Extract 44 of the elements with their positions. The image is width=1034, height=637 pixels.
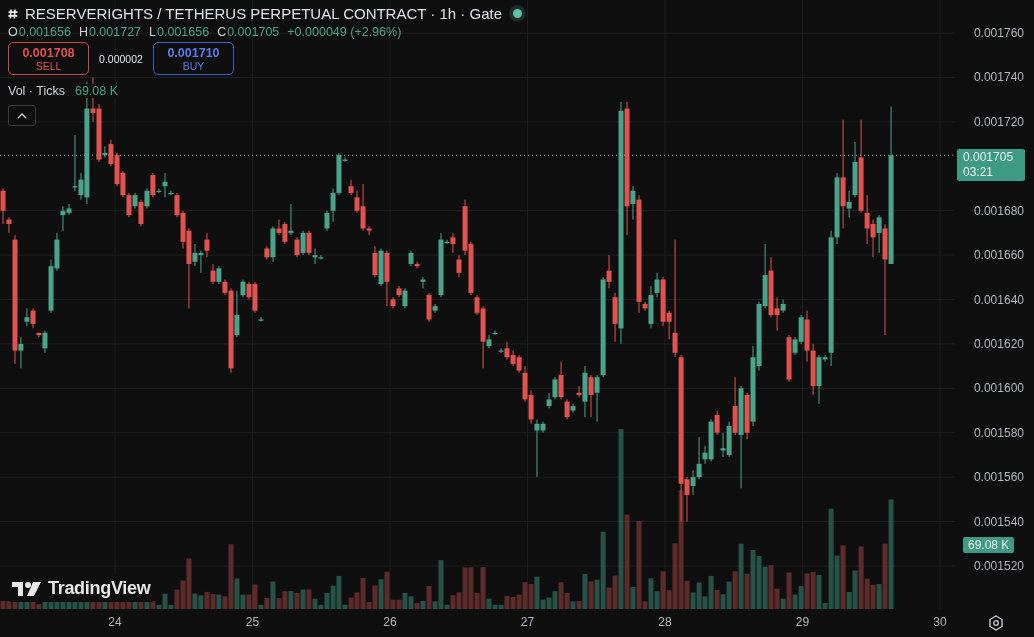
buy-button[interactable]: 0.001710 BUY — [153, 42, 234, 75]
chevron-up-icon — [17, 112, 27, 119]
ohlc-value: 0.001727 — [88, 25, 142, 39]
hash-icon — [8, 8, 18, 19]
volume-badge: 69.08 K — [963, 537, 1015, 553]
ohlc-label: H — [78, 25, 88, 39]
last-price-badge: 0.001705 03:21 — [957, 149, 1025, 182]
brand-name: TradingView — [48, 578, 151, 599]
time-tick: 25 — [244, 615, 261, 629]
price-tick: 0.001520 — [973, 557, 1024, 574]
time-tick: 30 — [932, 615, 948, 629]
spread-value: 0.000002 — [98, 52, 144, 65]
time-tick: 28 — [657, 615, 673, 629]
price-tick: 0.001620 — [973, 335, 1024, 352]
ohlc-label: O — [8, 25, 18, 39]
sell-button[interactable]: 0.001708 SELL — [8, 42, 89, 75]
price-tick: 0.001660 — [973, 247, 1024, 264]
price-tick: 0.001540 — [973, 513, 1024, 530]
logo-icon — [12, 580, 42, 597]
price-tick: 0.001580 — [973, 424, 1024, 441]
price-tick: 0.001560 — [973, 469, 1024, 486]
candlestick — [420, 276, 426, 289]
price-tick: 0.001640 — [973, 291, 1024, 308]
price-change: +0.000049 (+2.96%) — [287, 25, 402, 39]
ohlc-label: C — [217, 25, 227, 39]
price-tick: 0.001600 — [973, 380, 1024, 397]
ohlc-label: L — [149, 25, 156, 39]
price-tick: 0.001740 — [973, 69, 1024, 86]
chart-title: RESERVERIGHTS / TETHERUS PERPETUAL CONTRACT · 1h · Gate — [25, 5, 503, 22]
time-tick: 29 — [794, 615, 811, 629]
ohlc-value: 0.001656 — [18, 25, 71, 39]
settings-icon[interactable] — [988, 615, 1004, 631]
price-tick: 0.001760 — [973, 25, 1024, 42]
ohlc-value: 0.001705 — [227, 25, 280, 39]
ohlc-value: 0.001656 — [157, 25, 210, 39]
collapse-button[interactable] — [8, 105, 36, 126]
indicator-value: 69.08 K — [72, 84, 121, 98]
indicator-label: Vol · Ticks — [8, 84, 65, 98]
time-tick: 24 — [107, 615, 123, 629]
time-tick: 27 — [519, 615, 536, 629]
price-tick: 0.001680 — [973, 202, 1024, 219]
candlestick — [258, 316, 264, 323]
time-tick: 26 — [382, 615, 398, 629]
price-tick: 0.001720 — [973, 113, 1024, 130]
